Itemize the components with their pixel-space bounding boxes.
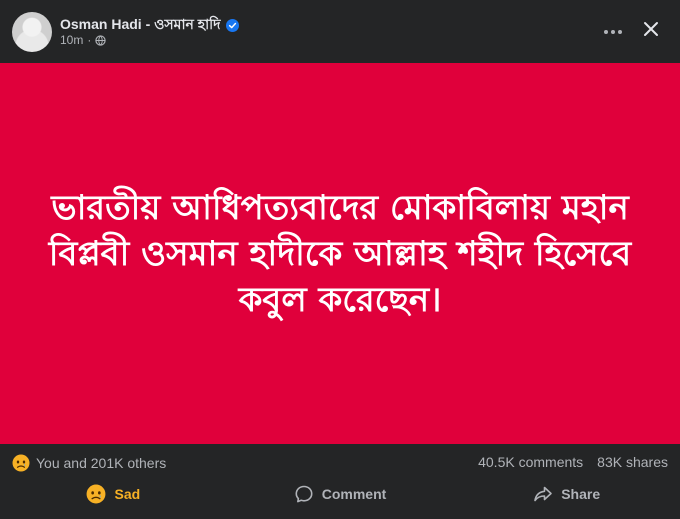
verified-badge-icon	[225, 18, 239, 32]
reactions-summary[interactable]: You and 201K others	[12, 454, 166, 472]
post-content-card[interactable]: ভারতীয় আধিপত্যবাদের মোকাবিলায় মহান বিপ…	[0, 63, 680, 444]
share-icon	[533, 484, 553, 504]
comment-icon	[294, 484, 314, 504]
post-dialog: Osman Hadi - ওসমান হাদি 10m · ভারতীয় আধ…	[0, 0, 680, 519]
sad-emoji-icon	[12, 454, 30, 472]
more-horizontal-icon	[603, 22, 623, 40]
share-button[interactable]: Share	[453, 478, 680, 510]
shares-count[interactable]: 83K shares	[597, 454, 668, 470]
sad-emoji-icon	[86, 484, 106, 504]
comments-count[interactable]: 40.5K comments	[478, 454, 583, 470]
close-button[interactable]	[636, 16, 666, 46]
comment-button[interactable]: Comment	[227, 478, 454, 510]
meta-separator: ·	[87, 33, 92, 47]
close-icon	[643, 21, 659, 42]
post-actions: Sad Comment Share	[0, 478, 680, 510]
share-label: Share	[561, 486, 601, 502]
reactions-count: You and 201K others	[36, 455, 167, 471]
post-meta: 10m ·	[60, 33, 107, 47]
comment-label: Comment	[321, 486, 387, 502]
globe-icon[interactable]	[95, 34, 107, 46]
post-content-text: ভারতীয় আধিপত্যবাদের মোকাবিলায় মহান বিপ…	[48, 187, 632, 320]
react-label: Sad	[114, 486, 141, 502]
post-header: Osman Hadi - ওসমান হাদি 10m ·	[0, 0, 680, 63]
react-sad-button[interactable]: Sad	[0, 478, 227, 510]
post-stats: You and 201K others 40.5K comments 83K s…	[0, 444, 680, 482]
engagement-counts: 40.5K comments 83K shares	[478, 454, 668, 470]
post-time[interactable]: 10m	[60, 33, 83, 47]
more-options-button[interactable]	[598, 18, 628, 44]
author-avatar[interactable]	[12, 12, 52, 52]
